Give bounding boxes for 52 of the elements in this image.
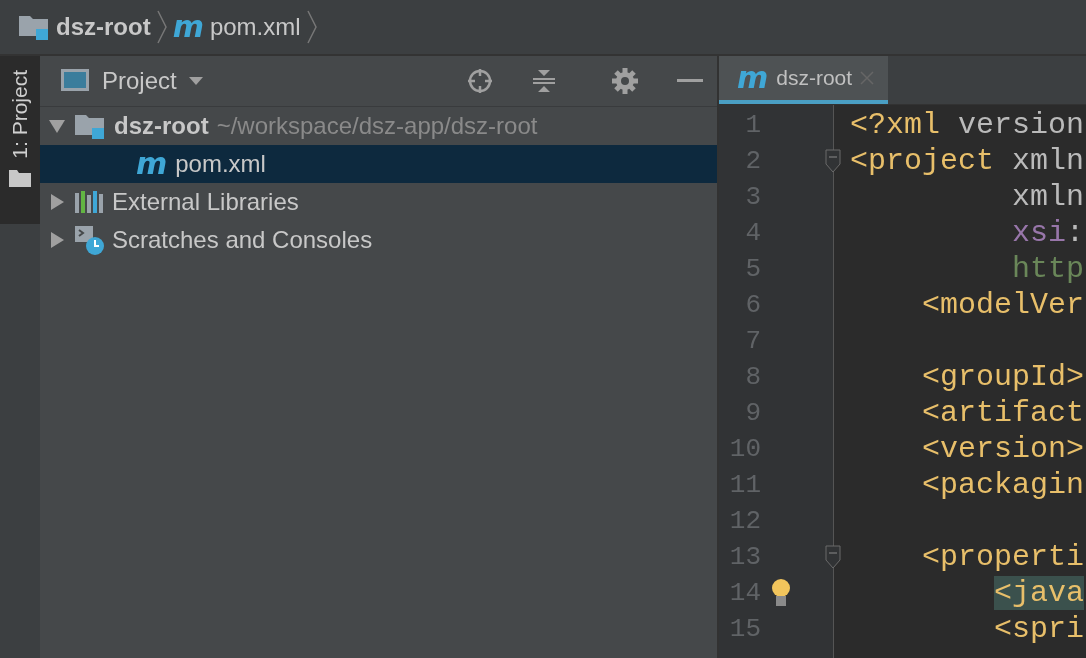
collapse-arrow-icon[interactable] [48, 193, 66, 211]
code-text: xmln [1012, 144, 1085, 178]
tree-item[interactable]: Scratches and Consoles [40, 221, 717, 259]
code-text: <packagin [922, 468, 1085, 502]
matched-tag-code: <java [994, 576, 1085, 610]
maven-icon: m [737, 63, 769, 93]
expand-arrow-icon[interactable] [48, 117, 66, 135]
breadcrumb[interactable]: pom.xml [209, 13, 301, 41]
chevron-icon [306, 10, 317, 44]
tree-item[interactable]: dsz-root ~/workspace/dsz-app/dsz-root [40, 107, 717, 145]
code-text: version [958, 108, 1085, 142]
tree-item-label: Scratches and Consoles [112, 226, 373, 254]
chevron-icon [156, 10, 167, 44]
tree-item[interactable]: External Libraries [40, 183, 717, 221]
panel-title[interactable]: Project [102, 67, 177, 95]
editor-tab[interactable]: m dsz-root [719, 56, 889, 104]
code-text: <version> [922, 432, 1085, 466]
minimize-icon[interactable] [677, 79, 703, 83]
code-text: : [1066, 216, 1085, 250]
crosshair-icon[interactable] [467, 68, 493, 94]
tree-item-label: pom.xml [175, 150, 266, 178]
library-icon [74, 189, 104, 215]
console-clock-icon [74, 225, 104, 255]
fold-marker-icon[interactable] [825, 149, 841, 173]
lightbulb-icon[interactable] [770, 578, 792, 608]
code-text: http [1012, 252, 1085, 286]
code-text: xmln [1012, 180, 1085, 214]
collapse-all-icon[interactable] [531, 68, 557, 94]
dropdown-caret-icon[interactable] [188, 76, 203, 86]
folder-icon [74, 112, 106, 140]
folder-icon [9, 168, 31, 187]
settings-icon[interactable] [611, 67, 639, 95]
tab-label: dsz-root [776, 66, 853, 90]
code-text: <project [850, 144, 995, 178]
breadcrumb[interactable]: dsz-root [56, 13, 151, 41]
code-text: <modelVer [922, 288, 1085, 322]
collapse-arrow-icon[interactable] [48, 231, 66, 249]
code-text: <?xml [850, 108, 940, 142]
tree-item-label: External Libraries [112, 188, 299, 216]
path-text: ~/workspace/dsz-app/dsz-root [216, 112, 538, 140]
fold-marker-icon[interactable] [825, 545, 841, 569]
code-text: <properti [922, 540, 1085, 574]
maven-icon: m [136, 149, 168, 179]
maven-icon: m [172, 12, 204, 42]
code-text: xsi [1012, 216, 1067, 250]
code-text: <spri [994, 612, 1085, 646]
folder-icon [18, 13, 50, 41]
code-text: <artifact [922, 396, 1085, 430]
tree-item-label: dsz-root [114, 112, 209, 140]
project-tool-button[interactable]: 1: Project [0, 56, 40, 224]
tree-item[interactable]: m pom.xml [40, 145, 717, 183]
code-text: <groupId> [922, 360, 1085, 394]
